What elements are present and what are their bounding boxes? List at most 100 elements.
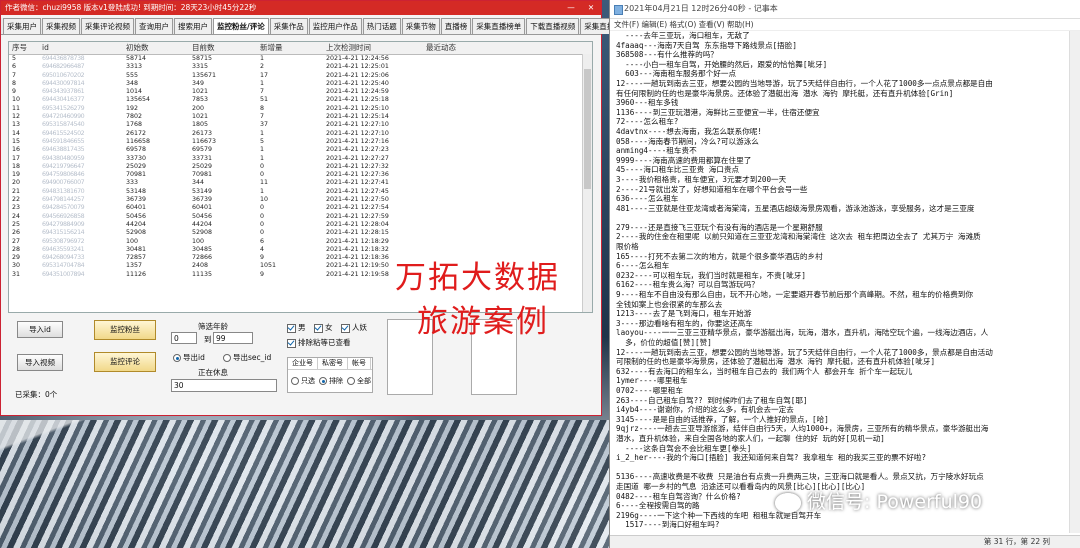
column-header[interactable]: 新增量: [260, 42, 326, 54]
account-type-radio[interactable]: 全部: [347, 376, 371, 386]
tab-0[interactable]: 采集用户: [3, 18, 41, 34]
tab-4[interactable]: 搜索用户: [174, 18, 212, 34]
table-cell: 0: [260, 220, 265, 228]
table-row[interactable]: 19 694759806846 70981 70981 0 2021-4-21 12:27…: [9, 171, 592, 179]
tab-10[interactable]: 直播榜: [440, 18, 472, 34]
notepad-scrollbar[interactable]: [1069, 31, 1080, 533]
table-row[interactable]: 15 694591846655 116658 116673 5 2021-4-21 12:…: [9, 138, 592, 146]
tab-9[interactable]: 采集节物: [401, 18, 440, 34]
tab-1[interactable]: 采集视频: [42, 18, 80, 34]
table-row[interactable]: 24 694566926858 50456 50456 0 2021-4-21 12:27…: [9, 213, 592, 221]
notepad-line: ----这条自驾会不会比租车更[拳头]: [616, 443, 752, 453]
column-header[interactable]: id: [42, 42, 126, 54]
import-video-button[interactable]: 导入视频: [17, 354, 63, 371]
account-type-tab[interactable]: 私密号: [318, 358, 348, 369]
table-cell: 2408: [192, 262, 209, 270]
table-row[interactable]: 17 694380480959 33730 33731 1 2021-4-21 12:27…: [9, 155, 592, 163]
column-header[interactable]: 目前数: [192, 42, 260, 54]
table-row[interactable]: 10 694430416377 135654 7853 51 2021-4-21 12:2…: [9, 96, 592, 104]
tab-5[interactable]: 监控粉丝/评论: [213, 18, 269, 34]
column-header[interactable]: 初始数: [126, 42, 192, 54]
tab-7[interactable]: 监控用户作品: [308, 18, 362, 34]
account-type-tab[interactable]: 企业号: [288, 358, 318, 369]
rest-seconds-input[interactable]: 30: [171, 379, 277, 392]
table-cell: 200: [192, 104, 205, 112]
tab-6[interactable]: 采集作品: [269, 18, 308, 34]
export-sec-id-radio[interactable]: 导出sec_id: [223, 352, 271, 363]
table-cell: 2021-4-21 12:25:01: [326, 63, 389, 71]
account-type-radio[interactable]: 排除: [319, 376, 343, 386]
table-row[interactable]: 7 695010670202 555 135671 17 2021-4-21 12:25:…: [9, 72, 592, 80]
tab-3[interactable]: 查询用户: [135, 18, 173, 34]
table-row[interactable]: 12 694720460990 7802 1021 7 2021-4-21 12:25:1…: [9, 113, 592, 121]
account-type-tab[interactable]: 帐号: [348, 358, 371, 369]
export-id-radio[interactable]: 导出id: [173, 352, 205, 363]
radio-dot-icon: [319, 377, 327, 385]
table-cell: 1021: [192, 88, 209, 96]
table-row[interactable]: 13 695315874540 1768 1805 37 2021-4-21 12:27:…: [9, 121, 592, 129]
table-row[interactable]: 6 694682966487 3313 3315 2 2021-4-21 12:25:01: [9, 63, 592, 71]
tab-12[interactable]: 下载直播视频: [526, 18, 580, 34]
table-row[interactable]: 5 694436878738 58714 58715 1 2021-4-21 12:24:…: [9, 55, 592, 63]
table-row[interactable]: 25 694279884909 44204 44204 0 2021-4-21 12:28…: [9, 221, 592, 229]
age-to-input[interactable]: 99: [213, 332, 253, 344]
tab-bar: 采集用户 采集视频 采集评论视频 查询用户 搜索用户 监控粉丝/评论 采集作品 监控用户作品热…: [1, 18, 680, 35]
table-cell: 9: [260, 270, 265, 278]
exclude-viewed-checkbox[interactable]: 排除粘等已查看: [287, 337, 351, 348]
table-row[interactable]: 26 694315156214 52908 52908 0 2021-4-21 12:28…: [9, 229, 592, 237]
notepad-text-area[interactable]: ----去年三亚玩，海口租车，无敌了 4faaaq---海南7天自驾 东东指导下路…: [616, 31, 1068, 533]
close-button[interactable]: ✕: [581, 1, 601, 15]
notepad-line: 0702----哪里租车: [616, 385, 683, 395]
monitor-fans-button[interactable]: 监控粉丝: [94, 320, 156, 340]
watermark-text: 万拓大数据 旅游案例: [395, 260, 560, 340]
table-cell: 17: [12, 154, 21, 162]
minimize-button[interactable]: —: [561, 1, 581, 15]
table-row[interactable]: 11 695341526279 192 200 8 2021-4-21 12:25:10: [9, 105, 592, 113]
table-cell: 0: [260, 204, 265, 212]
tab-8[interactable]: 热门话题: [362, 18, 401, 34]
table-row[interactable]: 22 694798144257 36739 36739 10 2021-4-21 12:2…: [9, 196, 592, 204]
checkbox-icon: [314, 323, 323, 333]
table-cell: 694279884909: [42, 220, 85, 228]
table-row[interactable]: 23 694284570079 60401 60401 0 2021-4-21 12:27…: [9, 204, 592, 212]
table-row[interactable]: 20 694900766007 333 344 11 2021-4-21 12:27:41: [9, 179, 592, 187]
table-row[interactable]: 18 694219796647 25029 25029 0 2021-4-21 12:27…: [9, 163, 592, 171]
tab-2[interactable]: 采集评论视频: [81, 18, 134, 34]
table-cell: 2021-4-21 12:27:54: [326, 204, 389, 212]
table-row[interactable]: 14 694615524502 26172 26173 1 2021-4-21 12:27…: [9, 130, 592, 138]
table-scrollbar[interactable]: [582, 54, 592, 312]
monitor-comments-button[interactable]: 监控评论: [94, 352, 156, 372]
import-id-button[interactable]: 导入id: [17, 321, 63, 338]
table-cell: 2: [260, 63, 265, 71]
column-header[interactable]: 上次检测时间: [326, 42, 426, 54]
table-row[interactable]: 9 694343937861 1014 1021 7 2021-4-21 12:24:59: [9, 88, 592, 96]
notepad-menu[interactable]: 文件(F) 编辑(E) 格式(O) 查看(V) 帮助(H): [610, 19, 1080, 31]
table-row[interactable]: 16 694638817435 69578 69579 1 2021-4-21 12:27…: [9, 146, 592, 154]
column-header[interactable]: 序号: [9, 42, 42, 54]
notepad-line: 限价格: [616, 242, 639, 252]
scrollbar-thumb[interactable]: [584, 69, 591, 189]
ladyboy-checkbox[interactable]: 人妖: [341, 322, 367, 333]
table-cell: 694615524502: [42, 129, 85, 137]
female-checkbox[interactable]: 女: [314, 322, 333, 333]
table-cell: 1: [260, 79, 265, 87]
table-cell: 694759806846: [42, 171, 85, 179]
table-cell: 31: [12, 270, 21, 278]
table-row[interactable]: 28 694635593241 30481 30485 4 2021-4-21 12:18…: [9, 246, 592, 254]
table-row[interactable]: 8 694430097814 348 349 1 2021-4-21 12:25:40: [9, 80, 592, 88]
notepad-line: 5136----高速收费是不收费 只是油台有点贵一升费两三块，三亚海口就是看人。…: [616, 472, 984, 482]
table-cell: 2021-4-21 12:27:10: [326, 121, 389, 129]
tab-11[interactable]: 采集直播榜单: [472, 18, 526, 34]
table-cell: 72857: [126, 254, 147, 262]
table-cell: 344: [192, 179, 205, 187]
age-from-input[interactable]: 0: [171, 332, 197, 344]
table-cell: 0: [260, 212, 265, 220]
table-row[interactable]: 27 695308796972 100 100 6 2021-4-21 12:18:29: [9, 238, 592, 246]
male-checkbox[interactable]: 男: [287, 322, 306, 333]
account-type-radio[interactable]: 只选: [291, 376, 315, 386]
table-cell: 11: [12, 104, 21, 112]
table-row[interactable]: 21 694831381670 53148 53149 1 2021-4-21 12:27…: [9, 188, 592, 196]
table-cell: 5: [12, 55, 17, 62]
table-cell: 100: [126, 237, 139, 245]
column-header[interactable]: 最近动态: [426, 42, 506, 54]
